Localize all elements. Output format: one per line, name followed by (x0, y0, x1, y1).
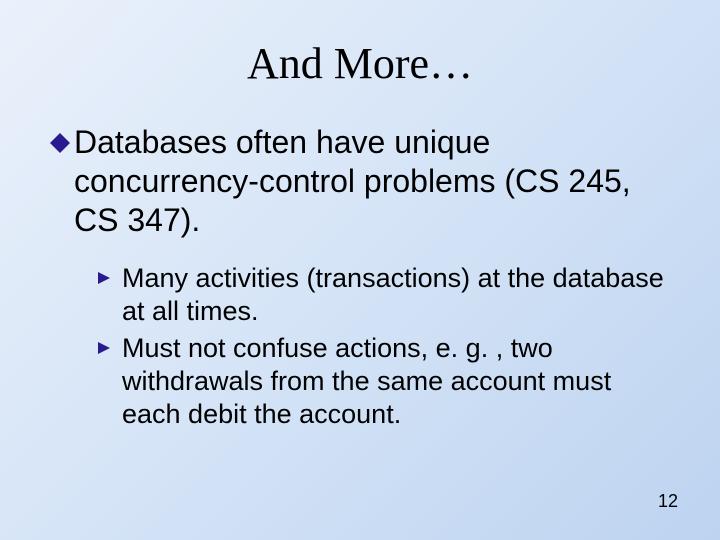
triangle-bullet-icon (96, 340, 112, 361)
sub-bullet-text: Many activities (transactions) at the da… (122, 262, 670, 328)
slide-title: And More… (50, 38, 670, 89)
triangle-bullet-icon (96, 270, 112, 291)
sub-bullet: Must not confuse actions, e. g. , two wi… (96, 332, 670, 431)
sub-bullet-list: Many activities (transactions) at the da… (96, 262, 670, 431)
main-bullet-text: Databases often have unique concurrency-… (74, 123, 670, 240)
diamond-bullet-icon (50, 133, 70, 158)
main-bullet: Databases often have unique concurrency-… (50, 123, 670, 240)
sub-bullet: Many activities (transactions) at the da… (96, 262, 670, 328)
page-number: 12 (658, 491, 678, 512)
sub-bullet-text: Must not confuse actions, e. g. , two wi… (122, 332, 670, 431)
slide: And More… Databases often have unique co… (0, 0, 720, 540)
